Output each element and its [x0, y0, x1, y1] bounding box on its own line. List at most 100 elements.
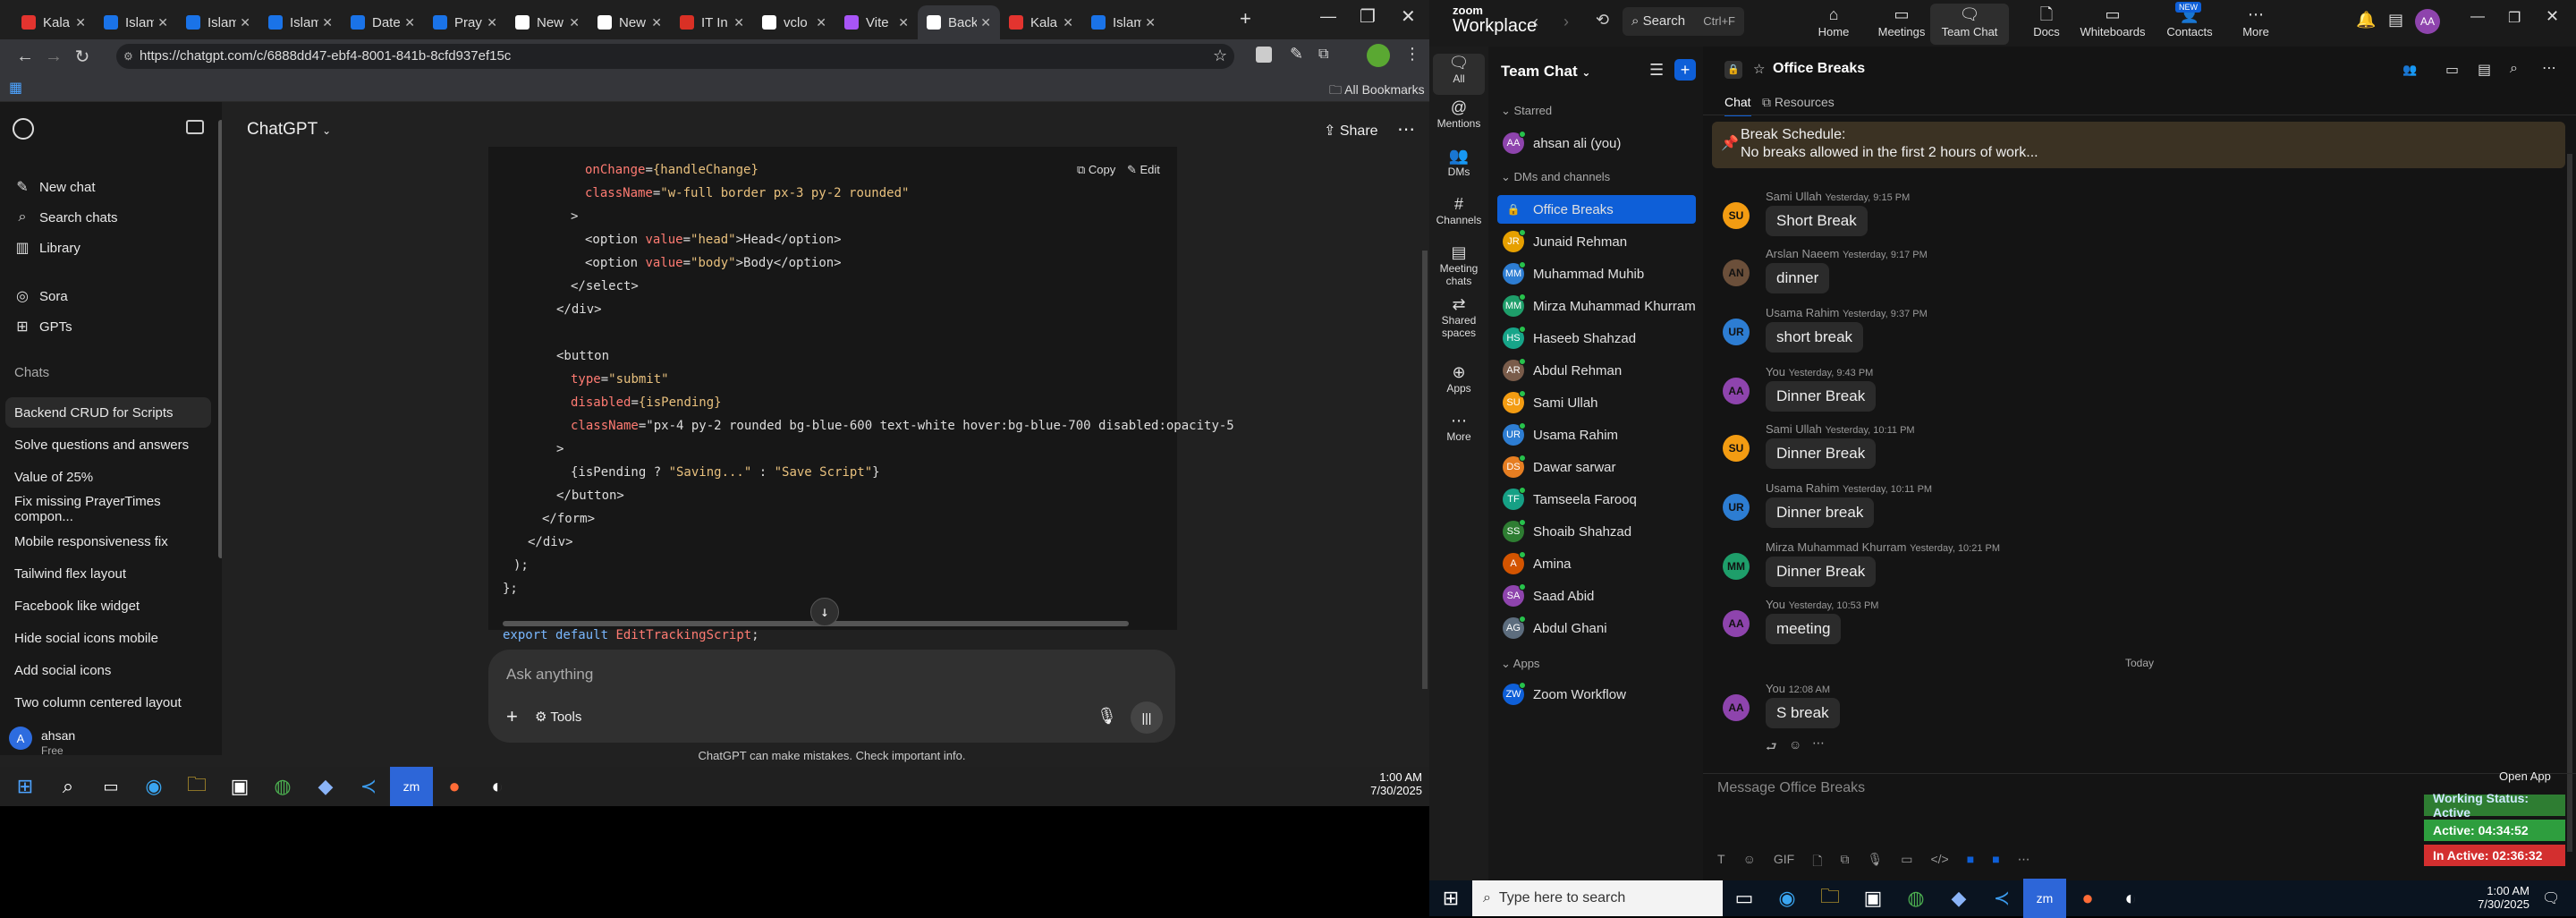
chrome-icon[interactable]: ◍ [1894, 879, 1937, 918]
edit-button[interactable]: ✎ Edit [1127, 163, 1160, 177]
model-selector[interactable]: ChatGPT ⌄ [247, 120, 331, 140]
clock[interactable]: 1:00 AM 7/30/2025 [2449, 884, 2529, 911]
copy-button[interactable]: ⧉ Copy [1077, 163, 1115, 177]
page-scrollbar[interactable] [1422, 251, 1428, 689]
chat-history-item[interactable]: Add social icons [0, 655, 215, 685]
more-options-icon[interactable]: ⋯ [2542, 59, 2556, 77]
close-button[interactable]: ✕ [2546, 7, 2559, 26]
browser-tab[interactable]: vclo ✕ [753, 5, 835, 39]
postman-icon[interactable]: ● [433, 767, 476, 806]
sidebar-item-new-chat[interactable]: ✎ New chat [0, 172, 222, 202]
toggle-sidebar-icon[interactable] [186, 120, 204, 134]
chat-history-item[interactable]: Backend CRUD for Scripts [5, 397, 211, 428]
zoom-search[interactable]: ⌕ Search Ctrl+F [1623, 7, 1744, 36]
browser-tab[interactable]: Pray ✕ [424, 5, 506, 39]
emoji-icon[interactable]: ☺ [1743, 852, 1756, 873]
windows-start-icon[interactable]: ⊞ [4, 767, 47, 806]
list-item[interactable]: AR Abdul Rehman [1497, 356, 1696, 385]
tab-close-icon[interactable]: ✕ [487, 15, 497, 30]
list-item[interactable]: TF Tamseela Farooq [1497, 485, 1696, 514]
chat-history-item[interactable]: Mobile responsiveness fix [0, 526, 215, 557]
list-item[interactable]: AA ahsan ali (you) [1497, 129, 1696, 157]
new-tab-button[interactable]: + [1240, 7, 1251, 30]
zoom-nav-home[interactable]: ⌂ Home [1794, 4, 1873, 45]
forward-button[interactable]: → [39, 47, 68, 67]
gif-icon[interactable]: GIF [1774, 852, 1794, 873]
tab-chat[interactable]: Chat [1724, 95, 1751, 116]
audio-icon[interactable]: 🎙 [1867, 852, 1883, 873]
browser-tab[interactable]: New ✕ [589, 5, 671, 39]
prompt-input[interactable]: Ask anything [506, 666, 593, 684]
zoom-nav-more[interactable]: ⋯ More [2216, 4, 2295, 45]
browser-tab[interactable]: New ✕ [506, 5, 589, 39]
tab-resources[interactable]: ⧉ Resources [1762, 95, 1835, 110]
chat-scrollbar[interactable] [2567, 154, 2572, 852]
bell-icon[interactable]: 🔔 [2356, 11, 2376, 30]
list-item[interactable]: MM Muhammad Muhib [1497, 259, 1696, 288]
list-item[interactable]: ZW Zoom Workflow [1497, 680, 1696, 709]
message-input[interactable]: Message Office Breaks [1717, 780, 1865, 796]
task-view-icon[interactable]: ▭ [1723, 879, 1766, 918]
tab-close-icon[interactable]: ✕ [1063, 15, 1073, 30]
list-item[interactable]: 🔒 Office Breaks [1497, 195, 1696, 224]
file-explorer-icon[interactable]: 🗀 [1809, 879, 1852, 918]
vscode-blue-icon[interactable]: ◆ [1937, 879, 1980, 918]
maximize-button[interactable]: ❐ [2508, 9, 2521, 27]
list-item[interactable]: HS Haseeb Shahzad [1497, 324, 1696, 353]
new-chat-button[interactable]: + [1674, 59, 1696, 81]
calendar-icon[interactable]: ▤ [2388, 11, 2403, 30]
rail-shared-spaces[interactable]: ⇄ Shared spaces [1429, 295, 1488, 339]
back-button[interactable]: ← [11, 47, 39, 67]
list-item[interactable]: JR Junaid Rehman [1497, 227, 1696, 256]
members-icon[interactable]: 👥 [2402, 63, 2417, 77]
rail-more[interactable]: ⋯ More [1429, 412, 1488, 443]
list-item[interactable]: DS Dawar sarwar [1497, 453, 1696, 481]
tab-close-icon[interactable]: ✕ [733, 15, 744, 30]
app-icon[interactable]: ◐ [2109, 879, 2152, 918]
browser-tab[interactable]: Kala ✕ [13, 5, 95, 39]
rail-dms[interactable]: 👥 DMs [1429, 147, 1488, 178]
apps-grid-icon[interactable]: ▦ [9, 79, 22, 97]
profile-avatar[interactable] [1367, 44, 1390, 67]
pinned-message[interactable]: 📌 Break Schedule: No breaks allowed in t… [1712, 122, 2565, 168]
menu-icon[interactable]: ⋮ [1404, 45, 1420, 64]
tab-close-icon[interactable]: ✕ [322, 15, 333, 30]
list-item[interactable]: SA Saad Abid [1497, 582, 1696, 610]
browser-tab[interactable]: Kala ✕ [1000, 5, 1082, 39]
section-starred[interactable]: ⌄ Starred [1501, 104, 1552, 118]
close-window-button[interactable]: ✕ [1401, 5, 1416, 28]
user-avatar[interactable]: AA [2415, 9, 2440, 34]
file-explorer-icon[interactable]: 🗀 [175, 767, 218, 806]
edge-icon[interactable]: ◉ [1766, 879, 1809, 918]
user-avatar[interactable]: A [9, 727, 32, 750]
vscode-icon[interactable]: ≺ [1980, 879, 2023, 918]
rail-meeting-chats[interactable]: ▤ Meeting chats [1429, 243, 1488, 287]
search-icon[interactable]: ⌕ [2510, 61, 2518, 77]
calendar-icon[interactable]: ▤ [2478, 61, 2491, 79]
sidebar-item-gpts[interactable]: ⊞ GPTs [0, 311, 222, 342]
list-item[interactable]: A Amina [1497, 549, 1696, 578]
code-icon[interactable]: </> [1930, 852, 1948, 873]
openai-logo-icon[interactable] [13, 118, 34, 140]
taskbar-search[interactable]: ⌕ Type here to search [1472, 880, 1723, 916]
minimize-button[interactable]: — [1320, 7, 1336, 26]
postman-icon[interactable]: ● [2066, 879, 2109, 918]
tab-close-icon[interactable]: ✕ [898, 15, 909, 30]
tab-close-icon[interactable]: ✕ [157, 15, 168, 30]
browser-tab[interactable]: Islam ✕ [177, 5, 259, 39]
favorite-star-icon[interactable]: ☆ [1753, 61, 1765, 77]
format-text-icon[interactable]: T [1717, 852, 1725, 873]
rail-apps[interactable]: ⊕ Apps [1429, 363, 1488, 395]
channel-title[interactable]: Office Breaks [1773, 61, 1865, 77]
site-info-icon[interactable]: ⚙ [123, 44, 133, 69]
reload-button[interactable]: ↻ [68, 46, 97, 68]
tab-close-icon[interactable]: ✕ [75, 15, 86, 30]
tab-close-icon[interactable]: ✕ [816, 15, 826, 30]
chat-history-item[interactable]: Solve questions and answers [0, 429, 215, 460]
app-blue-icon[interactable]: ■ [1967, 852, 1974, 873]
history-icon[interactable]: ⟲ [1596, 11, 1609, 30]
list-item[interactable]: AG Abdul Ghani [1497, 614, 1696, 642]
list-item[interactable]: UR Usama Rahim [1497, 421, 1696, 449]
chat-history-item[interactable]: Value of 25% [0, 462, 215, 492]
browser-tab[interactable]: IT In ✕ [671, 5, 753, 39]
